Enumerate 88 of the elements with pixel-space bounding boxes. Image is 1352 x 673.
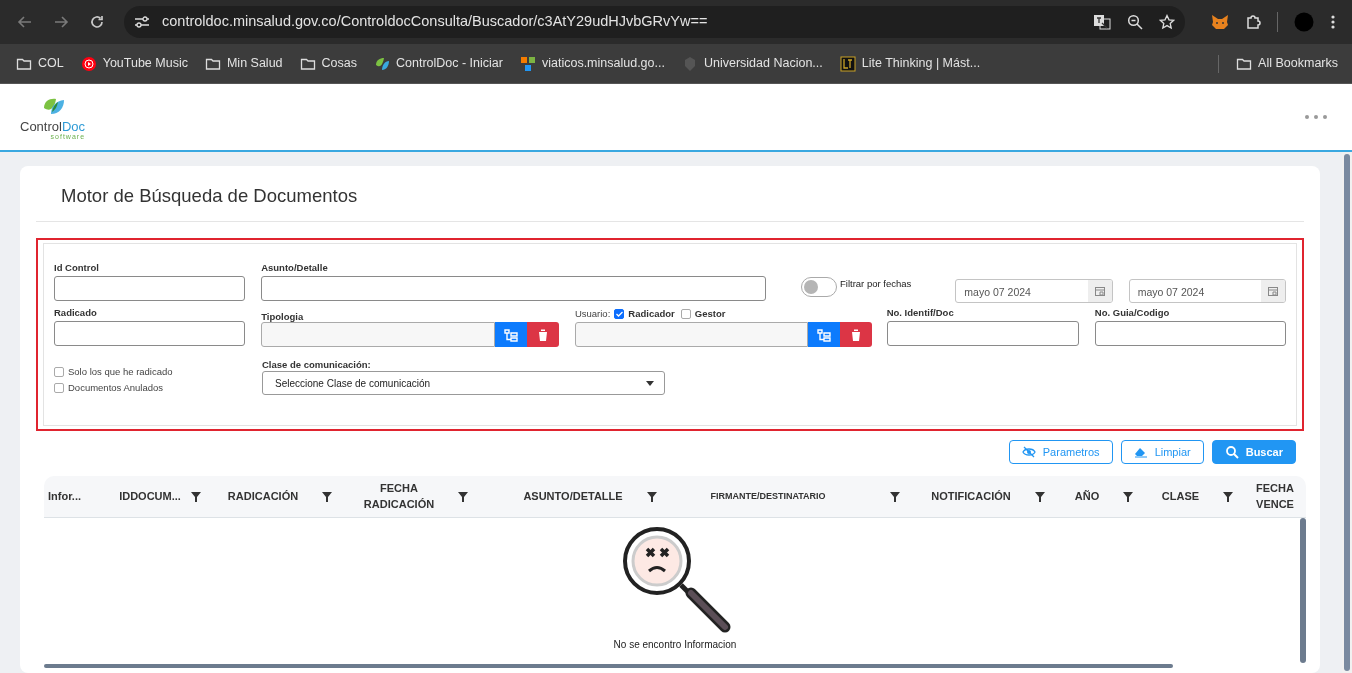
check-icon [615,311,623,318]
field-label: Id Control [54,261,100,276]
date-field[interactable]: mayo 07 2024 [1128,279,1286,304]
field-label: Usuario: [574,307,611,322]
checkbox-label: Radicador [628,307,675,322]
column-header: FECHA RADICACIÓN [363,481,435,512]
column-header: FIRMANTE/DESTINATARIO [710,490,826,503]
input-field[interactable] [886,321,1079,347]
calendar-icon[interactable] [1268,286,1278,297]
page-scrollbar[interactable] [1344,154,1350,671]
page-title: Motor de Búsqueda de Documentos [36,166,1304,223]
filter-icon[interactable] [1123,491,1134,502]
menu-icon[interactable] [1330,14,1336,30]
field-label: Clase de comunicación: [262,358,372,372]
more-icon[interactable] [1304,114,1328,120]
filter-icon[interactable] [322,491,333,502]
checkbox[interactable] [54,367,64,378]
column-header: Infor... [48,489,81,504]
column-header: AÑO [1074,489,1100,504]
bookmark[interactable]: viaticos.minsalud.go... [519,54,665,73]
forward-icon[interactable] [53,14,69,30]
bookmark[interactable]: Lite Thinking | Mást... [839,54,981,73]
bookmark[interactable]: Cosas [299,54,357,73]
column-header: IDDOCUM... [119,489,181,504]
bookmarks-folder[interactable]: All Bookmarks [1236,54,1338,73]
extensions-icon[interactable] [1245,14,1261,30]
field-label: Radicado [54,306,98,321]
toggle-label: Filtrar por fechas [839,277,912,292]
input-field[interactable] [54,321,246,347]
bookmark[interactable]: COL [16,54,64,73]
play-circle-icon [80,55,97,72]
filter-icon[interactable] [1223,491,1234,502]
zoom-out-icon[interactable] [1127,14,1143,30]
checkbox-label: Solo los que he radicado [68,365,173,380]
column-header: ASUNTO/DETALLE [523,489,623,504]
column-header: NOTIFICACIÓN [931,489,1011,504]
hidden-eye-icon [1021,445,1036,460]
filter-icon[interactable] [458,491,469,502]
squares-icon [519,55,536,72]
checkbox-label: Gestor [694,307,726,322]
back-icon[interactable] [17,14,33,30]
caret-icon [646,380,654,386]
table-vertical-scrollbar[interactable] [1300,518,1306,664]
filter-icon[interactable] [889,491,900,502]
bookmark[interactable]: Min Salud [204,54,283,73]
tree-button[interactable] [807,322,840,348]
checkbox-label: Documentos Anulados [68,381,164,396]
search-icon [1224,445,1239,460]
field-label: No. Identif/Doc [886,306,955,321]
star-icon[interactable] [1159,14,1175,30]
column-header: FECHA VENCE [1256,481,1294,512]
empty-message: No se encontro Informacion [613,638,737,653]
checkbox[interactable] [54,383,64,394]
hierarchy-icon [815,327,832,342]
field-label: Asunto/Detalle [261,261,329,276]
toggle-switch[interactable] [800,277,837,298]
delete-button[interactable] [526,322,559,348]
input-field[interactable] [261,276,766,302]
leaf-icon [374,55,390,72]
column-header: RADICACIÓN [227,489,299,504]
translate-icon[interactable] [1093,14,1111,30]
table-horizontal-scrollbar[interactable] [44,664,1173,669]
bookmark[interactable]: ControlDoc - Iniciar [374,54,503,73]
field-label: Tipologia [261,310,305,323]
hierarchy-icon [502,327,519,342]
fox-icon[interactable] [1211,14,1229,30]
filter-icon[interactable] [646,491,657,502]
calendar-icon[interactable] [1094,286,1105,297]
input-field[interactable] [1094,321,1286,347]
bookmark[interactable]: Universidad Nacion... [681,54,823,73]
input-field[interactable] [574,322,808,348]
input-field[interactable] [54,276,246,302]
reload-icon[interactable] [89,14,105,30]
lt-logo-icon [839,55,856,72]
bookmark[interactable]: YouTube Music [80,54,188,73]
field-label: No. Guia/Codigo [1094,306,1171,321]
site-settings-icon[interactable] [134,15,150,29]
filter-icon[interactable] [190,491,201,502]
date-field[interactable]: mayo 07 2024 [955,279,1113,304]
eraser-icon [1133,445,1148,460]
input-field[interactable] [261,322,495,348]
delete-button[interactable] [839,322,872,348]
tree-button[interactable] [494,322,527,348]
checkbox[interactable] [680,309,691,320]
filter-icon[interactable] [1034,491,1045,502]
column-header: CLASE [1161,489,1200,504]
select-field[interactable]: Seleccione Clase de comunicación [262,371,665,396]
checkbox[interactable] [614,309,625,320]
